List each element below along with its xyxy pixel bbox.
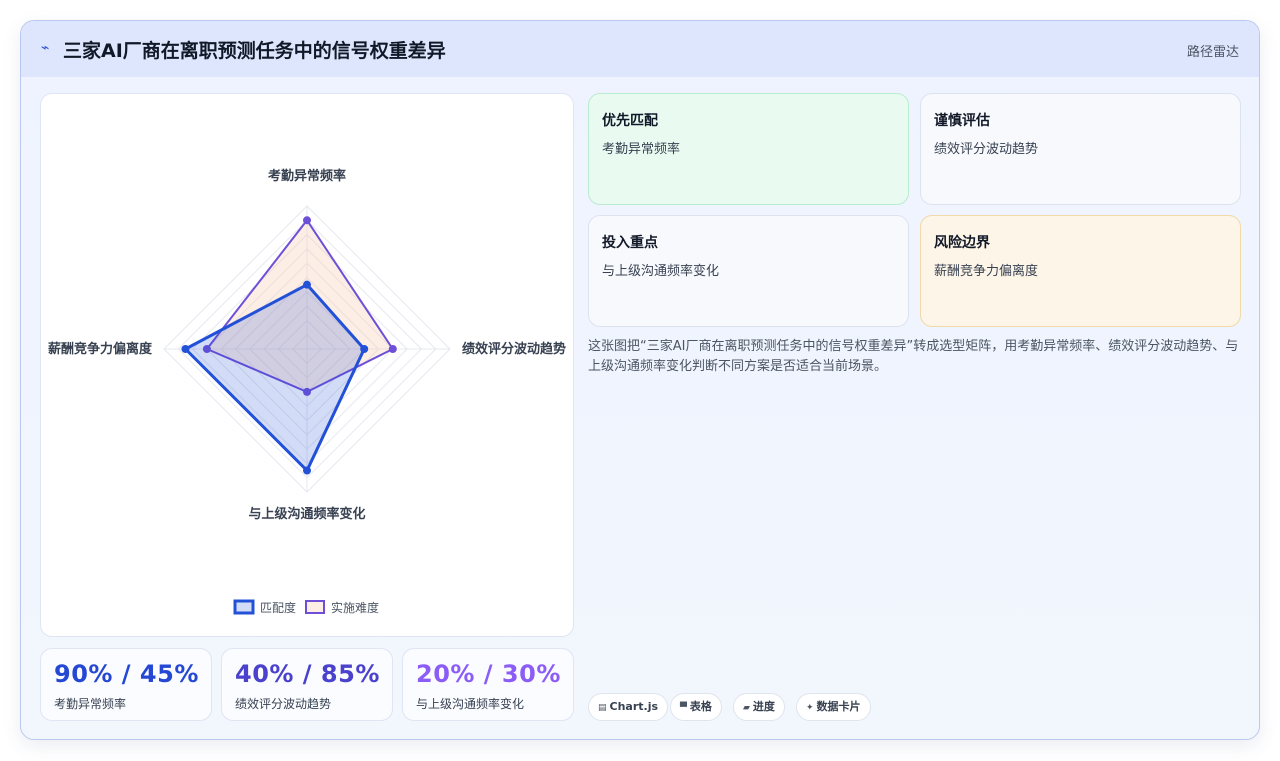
data-point: [303, 280, 311, 289]
axis-label: 考勤异常频率: [268, 168, 346, 184]
card-icon: ✦: [806, 703, 814, 713]
data-point: [388, 345, 397, 353]
chip-label: 数据卡片: [816, 700, 861, 713]
kpi-label: 考勤异常频率: [54, 697, 127, 711]
data-point: [303, 216, 311, 225]
kpi-label: 绩效评分波动趋势: [235, 697, 332, 711]
kpi-value: 40% / 85%: [235, 660, 380, 688]
radar-chart-panel: 考勤异常频率绩效评分波动趋势与上级沟通频率变化 薪酬竞争力偏离度匹配度 实施难度: [40, 93, 574, 637]
tile-desc: 考勤异常频率: [602, 142, 681, 157]
chart-icon: ▤: [598, 703, 607, 713]
dashboard-card: ⌁ 三家AI厂商在离职预测任务中的信号权重差异 路径雷达 考勤异常频率绩效评分波…: [20, 20, 1260, 740]
tile-investment-focus[interactable]: 投入重点 与上级沟通频率变化: [588, 215, 909, 327]
kpi-card-communication: 20% / 30% 与上级沟通频率变化: [402, 648, 574, 721]
chip-table[interactable]: ▀ 表格: [670, 693, 722, 721]
tile-title: 风险边界: [934, 235, 990, 251]
chip-chartjs[interactable]: ▤ Chart.js: [588, 693, 669, 721]
progress-icon: ▰: [743, 703, 750, 713]
chip-label: Chart.js: [609, 700, 659, 713]
radar-chart: 考勤异常频率绩效评分波动趋势与上级沟通频率变化 薪酬竞争力偏离度匹配度 实施难度: [48, 168, 566, 615]
axis-label: 与上级沟通频率变化: [248, 506, 365, 522]
table-icon: ▀: [680, 703, 687, 713]
chart-description: 这张图把“三家AI厂商在离职预测任务中的信号权重差异”转成选型矩阵，用考勤异常频…: [588, 339, 1239, 374]
tile-priority-match[interactable]: 优先匹配 考勤异常频率: [588, 93, 909, 205]
data-point: [303, 466, 311, 475]
pulse-icon: ⌁: [41, 40, 50, 56]
tile-desc: 绩效评分波动趋势: [934, 142, 1039, 157]
tile-risk-boundary[interactable]: 风险边界 薪酬竞争力偏离度: [920, 215, 1241, 327]
tile-desc: 薪酬竞争力偏离度: [934, 264, 1039, 279]
tile-title: 谨慎评估: [934, 113, 990, 129]
chip-data-card[interactable]: ✦ 数据卡片: [796, 693, 871, 721]
kpi-card-performance: 40% / 85% 绩效评分波动趋势: [221, 648, 393, 721]
chip-label: 进度: [752, 700, 775, 713]
legend-label: 实施难度: [331, 600, 379, 615]
legend-swatch: [233, 599, 255, 615]
kpi-label: 与上级沟通频率变化: [416, 697, 525, 711]
chip-progress[interactable]: ▰ 进度: [733, 693, 785, 721]
axis-label: 绩效评分波动趋势: [462, 341, 566, 357]
legend-swatch: [305, 600, 325, 614]
data-point: [360, 345, 369, 353]
page-title: 三家AI厂商在离职预测任务中的信号权重差异: [63, 40, 446, 62]
data-point: [181, 345, 190, 353]
kpi-value: 20% / 30%: [416, 660, 561, 688]
tile-title: 投入重点: [602, 235, 658, 251]
legend-label: 匹配度: [260, 600, 296, 615]
tile-title: 优先匹配: [602, 113, 658, 129]
kpi-card-attendance: 90% / 45% 考勤异常频率: [40, 648, 212, 721]
view-tag[interactable]: 路径雷达: [1187, 41, 1239, 60]
tile-careful-evaluation[interactable]: 谨慎评估 绩效评分波动趋势: [920, 93, 1241, 205]
chip-label: 表格: [689, 700, 712, 713]
axis-label: 薪酬竞争力偏离度: [48, 341, 153, 357]
tile-desc: 与上级沟通频率变化: [602, 264, 720, 279]
kpi-value: 90% / 45%: [54, 660, 199, 688]
header-bar: ⌁ 三家AI厂商在离职预测任务中的信号权重差异 路径雷达: [21, 21, 1259, 77]
